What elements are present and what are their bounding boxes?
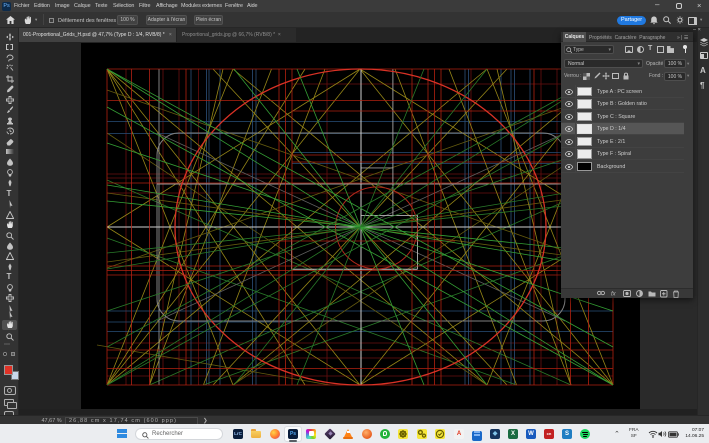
svg-text:fx: fx (611, 292, 617, 298)
